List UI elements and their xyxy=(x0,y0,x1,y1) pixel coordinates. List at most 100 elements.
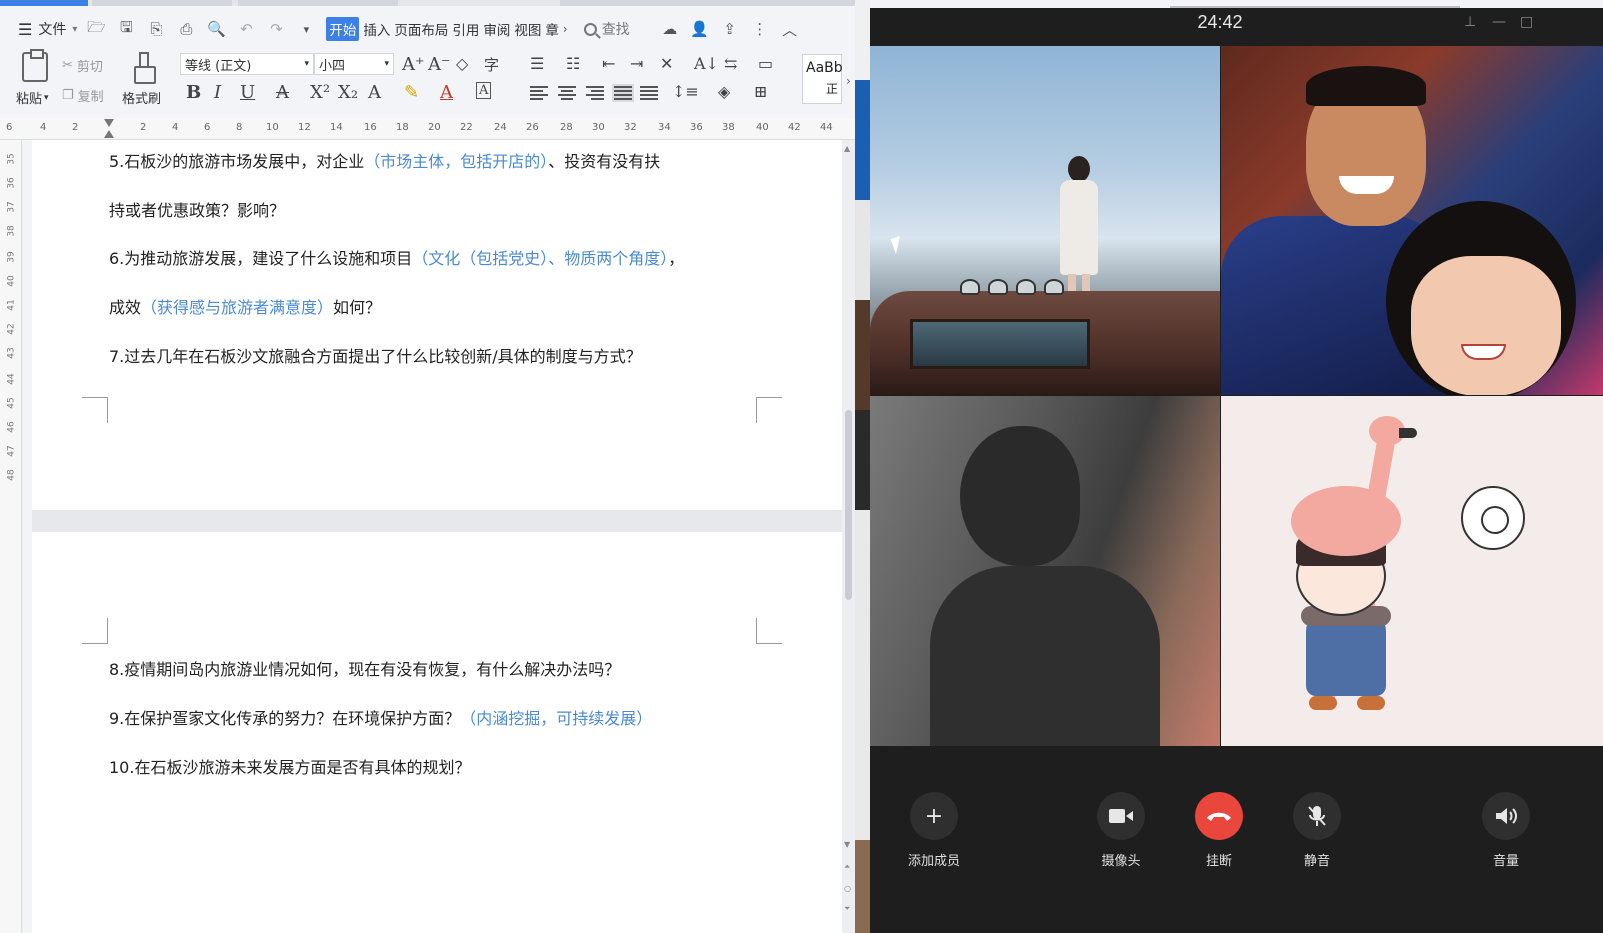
strikethrough-icon[interactable]: A xyxy=(276,82,289,103)
share-icon[interactable]: ⇪ xyxy=(720,19,740,39)
cut-button[interactable]: ✂ 剪切 xyxy=(62,56,103,75)
document-line[interactable]: 10.在石板沙旅游未来发展方面是否有具体的规划？ xyxy=(109,754,470,778)
chevron-right-icon[interactable]: › xyxy=(846,74,851,88)
collapse-ribbon-icon[interactable]: ︿ xyxy=(780,19,800,39)
decrease-indent-icon[interactable]: ⇤ xyxy=(602,54,615,73)
font-size-select[interactable]: 小四 ▾ xyxy=(314,53,394,75)
scroll-thumb[interactable] xyxy=(845,410,852,600)
justify-icon[interactable] xyxy=(612,84,634,102)
shading-icon[interactable]: ◈ xyxy=(718,82,730,101)
print-icon[interactable]: ⎙ xyxy=(176,19,196,39)
clear-format-icon[interactable]: ◇ xyxy=(456,54,468,73)
table-ruler-icon[interactable]: ▭ xyxy=(758,54,773,73)
phonetic-guide-icon[interactable]: 字 xyxy=(484,54,499,75)
document-line[interactable]: 9.在保护疍家文化传承的努力？在环境保护方面？（内涵挖掘，可持续发展） xyxy=(109,705,652,729)
save-icon[interactable]: 🖫 xyxy=(116,18,136,39)
superscript-icon[interactable]: X² xyxy=(310,82,330,103)
character-border-icon[interactable]: A xyxy=(476,82,492,99)
style-gallery[interactable]: AaBb 正 xyxy=(802,54,843,104)
scroll-down-icon[interactable]: ▼ xyxy=(844,840,850,849)
bold-icon[interactable]: B xyxy=(186,82,201,103)
document-tab-active[interactable] xyxy=(0,0,88,6)
show-marks-icon[interactable]: ⇆ xyxy=(724,54,737,73)
numbered-list-icon[interactable]: ☷ xyxy=(566,54,580,73)
select-browse-icon[interactable]: ○ xyxy=(844,884,851,893)
redo-icon[interactable]: ↷ xyxy=(266,19,286,39)
video-tile-participant-3[interactable] xyxy=(870,396,1220,746)
document-page[interactable]: 5.石板沙的旅游市场发展中，对企业（市场主体，包括开店的）、投资有没有扶 持或者… xyxy=(32,140,842,510)
sort-icon[interactable]: A↓ xyxy=(694,54,719,73)
collaborate-icon[interactable]: 👤 xyxy=(690,19,710,39)
align-left-icon[interactable] xyxy=(530,86,548,100)
document-page[interactable]: 8.疫情期间岛内旅游业情况如何，现在有没有恢复，有什么解决办法吗？ 9.在保护疍… xyxy=(32,532,842,933)
pin-icon[interactable]: ⊥ xyxy=(1464,14,1476,30)
chinese-layout-icon[interactable]: ✕ xyxy=(660,54,673,73)
document-line[interactable]: 8.疫情期间岛内旅游业情况如何，现在有没有恢复，有什么解决办法吗？ xyxy=(109,656,620,680)
document-line[interactable]: 7.过去几年在石板沙文旅融合方面提出了什么比较创新/具体的制度与方式？ xyxy=(109,343,642,367)
text-effect-icon[interactable]: A xyxy=(368,82,381,103)
tab-view[interactable]: 视图 xyxy=(514,19,541,39)
print-preview-icon[interactable]: 🔍 xyxy=(206,19,226,39)
more-options-icon[interactable]: ⋮ xyxy=(750,19,770,39)
tab-insert[interactable]: 插入 xyxy=(363,19,390,39)
open-folder-icon[interactable]: 🗁 xyxy=(86,18,106,39)
copy-button[interactable]: ❐ 复制 xyxy=(62,86,104,105)
document-line[interactable]: 成效（获得感与旅游者满意度）如何？ xyxy=(109,294,381,318)
underline-icon[interactable]: U xyxy=(240,82,255,103)
scroll-up-icon[interactable]: ▲ xyxy=(844,144,850,153)
document-line[interactable]: 持或者优惠政策？影响？ xyxy=(109,197,285,221)
add-member-button[interactable]: + 添加成员 xyxy=(884,792,984,869)
bullet-list-icon[interactable]: ☰ xyxy=(530,54,544,73)
more-tabs-icon[interactable]: › xyxy=(563,22,568,36)
grow-font-icon[interactable]: A⁺ xyxy=(402,54,425,75)
font-name-select[interactable]: 等线 (正文) ▾ xyxy=(180,53,314,75)
mute-button[interactable]: 静音 xyxy=(1267,792,1367,869)
video-tile-participant-1[interactable] xyxy=(870,46,1220,395)
cloud-sync-icon[interactable]: ☁ xyxy=(660,19,680,39)
distribute-icon[interactable] xyxy=(640,86,658,100)
video-tile-participant-2[interactable] xyxy=(1221,46,1603,395)
shrink-font-icon[interactable]: A⁻ xyxy=(428,54,451,75)
video-tile-participant-4[interactable] xyxy=(1221,396,1603,746)
highlight-icon[interactable]: ✎ xyxy=(404,82,419,103)
undo-icon[interactable]: ↶ xyxy=(236,19,256,39)
line-spacing-icon[interactable]: ↕≡ xyxy=(672,82,699,101)
document-line[interactable]: 5.石板沙的旅游市场发展中，对企业（市场主体，包括开店的）、投资有没有扶 xyxy=(109,148,660,172)
increase-indent-icon[interactable]: ⇥ xyxy=(630,54,643,73)
file-menu[interactable]: ☰ 文件 ▾ xyxy=(18,19,77,39)
previous-page-icon[interactable]: ⏶ xyxy=(844,862,850,872)
tab-review[interactable]: 审阅 xyxy=(483,19,510,39)
camera-button[interactable]: 摄像头 xyxy=(1071,792,1171,869)
font-color-icon[interactable]: A xyxy=(440,82,453,103)
format-painter-icon[interactable] xyxy=(134,52,156,84)
tab-references[interactable]: 引用 xyxy=(452,19,479,39)
maximize-icon[interactable]: □ xyxy=(1520,14,1533,30)
next-page-icon[interactable]: ⏷ xyxy=(844,904,850,914)
format-icon[interactable]: ⎘ xyxy=(146,19,166,39)
tab-page-layout[interactable]: 页面布局 xyxy=(394,19,448,39)
document-tab[interactable] xyxy=(560,0,860,6)
format-painter-button[interactable]: 格式刷 xyxy=(122,88,161,107)
document-canvas[interactable]: 5.石板沙的旅游市场发展中，对企业（市场主体，包括开店的）、投资有没有扶 持或者… xyxy=(32,140,842,933)
page-margin-corner xyxy=(756,397,782,423)
italic-icon[interactable]: I xyxy=(214,82,221,103)
vertical-scrollbar[interactable]: ▲ ▼ ⏶ ○ ⏷ xyxy=(842,140,855,933)
align-right-icon[interactable] xyxy=(586,86,604,100)
search-command[interactable]: 查找 xyxy=(583,19,630,39)
indent-marker[interactable] xyxy=(104,118,114,140)
paste-button[interactable]: 粘贴 ▾ xyxy=(16,88,49,107)
tab-home[interactable]: 开始 xyxy=(326,17,360,41)
document-tab[interactable] xyxy=(92,0,232,6)
hangup-button[interactable]: 挂断 xyxy=(1169,792,1269,869)
tab-chapter[interactable]: 章 xyxy=(545,19,559,39)
paste-icon[interactable] xyxy=(22,49,48,82)
minimize-icon[interactable]: — xyxy=(1492,14,1506,30)
document-line[interactable]: 6.为推动旅游发展，建设了什么设施和项目（文化（包括党史）、物质两个角度）， xyxy=(109,245,684,269)
subscript-icon[interactable]: X₂ xyxy=(338,82,358,103)
horizontal-ruler[interactable]: 6 4 2 2 4 6 8 10 12 14 16 18 20 22 24 26… xyxy=(0,118,855,140)
align-center-icon[interactable] xyxy=(558,86,576,100)
volume-button[interactable]: 音量 xyxy=(1456,792,1556,869)
customize-icon[interactable]: ▾ xyxy=(296,19,316,39)
borders-icon[interactable]: ⊞ xyxy=(754,82,767,101)
document-tab[interactable] xyxy=(238,0,398,6)
